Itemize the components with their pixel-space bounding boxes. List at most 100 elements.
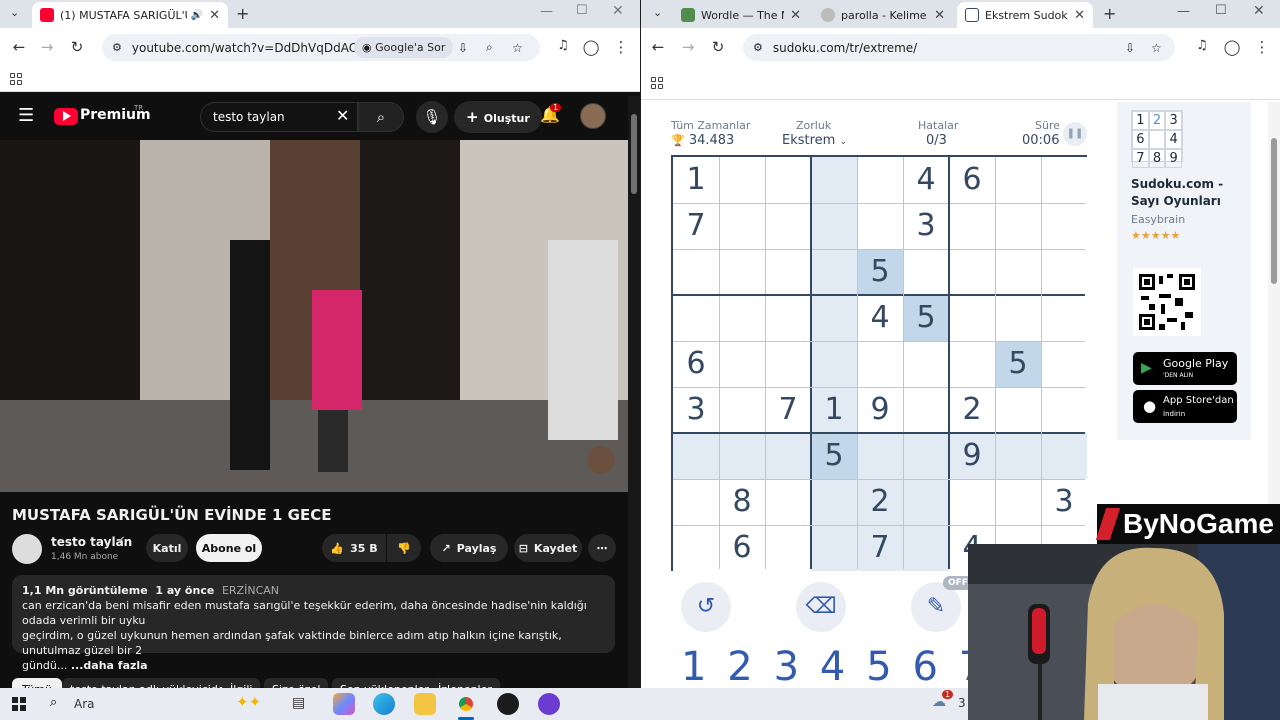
sudoku-cell-r6c5[interactable]: 9 (857, 387, 903, 433)
sudoku-cell-r9c4[interactable] (811, 525, 857, 571)
pause-button[interactable]: ❚❚ (1063, 122, 1087, 146)
sudoku-cell-r7c5[interactable] (857, 433, 903, 479)
sudoku-cell-r5c2[interactable] (719, 341, 765, 387)
sudoku-cell-r2c3[interactable] (765, 203, 811, 249)
sudoku-cell-r4c4[interactable] (811, 295, 857, 341)
close-tab-icon[interactable]: ✕ (934, 8, 945, 23)
sudoku-cell-r3c6[interactable] (903, 249, 949, 295)
sudoku-cell-r8c5[interactable]: 2 (857, 479, 903, 525)
sudoku-cell-r4c3[interactable] (765, 295, 811, 341)
chip-for-you[interactable]: Size özel (264, 678, 329, 688)
tab-search-icon[interactable]: ⌄ (653, 6, 662, 19)
sudoku-cell-r6c1[interactable]: 3 (673, 387, 719, 433)
sudoku-cell-r4c2[interactable] (719, 295, 765, 341)
sudoku-cell-r7c6[interactable] (903, 433, 949, 479)
sudoku-cell-r5c3[interactable] (765, 341, 811, 387)
clear-search-icon[interactable]: ✕ (336, 106, 349, 125)
reload-button[interactable]: ↻ (709, 38, 727, 56)
sudoku-cell-r2c8[interactable] (995, 203, 1041, 249)
forward-button[interactable]: → (38, 38, 56, 56)
app-store-button[interactable]: ● App Store'dan İndirin (1133, 390, 1237, 423)
back-button[interactable]: ← (10, 38, 28, 56)
create-button[interactable]: + Oluştur (454, 101, 542, 133)
scrollbar-thumb[interactable] (631, 114, 637, 194)
sudoku-cell-r2c1[interactable]: 7 (673, 203, 719, 249)
join-button[interactable]: Katıl (146, 534, 188, 562)
chrome-profile-icon[interactable] (538, 693, 560, 715)
sudoku-cell-r4c9[interactable] (1041, 295, 1087, 341)
tab-search-icon[interactable]: ⌄ (10, 6, 19, 19)
search-input[interactable]: testo taylan (200, 102, 358, 132)
site-info-icon[interactable]: ⚙ (753, 41, 763, 54)
bookmark-star-icon[interactable]: ☆ (512, 41, 523, 55)
video-player[interactable] (0, 140, 628, 492)
sudoku-cell-r5c9[interactable] (1041, 341, 1087, 387)
numpad-button-5[interactable]: 5 (866, 644, 891, 688)
sudoku-cell-r2c9[interactable] (1041, 203, 1087, 249)
sudoku-cell-r3c8[interactable] (995, 249, 1041, 295)
sudoku-cell-r4c8[interactable] (995, 295, 1041, 341)
tab-sudoku[interactable]: Ekstrem Sudoku - ✕ (957, 2, 1093, 28)
sudoku-cell-r2c6[interactable]: 3 (903, 203, 949, 249)
sudoku-cell-r1c9[interactable] (1041, 157, 1087, 203)
sudoku-cell-r1c7[interactable]: 6 (949, 157, 995, 203)
address-bar[interactable]: ⚙ sudoku.com/tr/extreme/ ⇩ ☆ (743, 34, 1175, 61)
sudoku-cell-r8c2[interactable]: 8 (719, 479, 765, 525)
sudoku-cell-r7c9[interactable] (1041, 433, 1087, 479)
sudoku-cell-r8c1[interactable] (673, 479, 719, 525)
hamburger-menu-icon[interactable]: ☰ (18, 105, 34, 126)
sudoku-cell-r4c5[interactable]: 4 (857, 295, 903, 341)
forward-button[interactable]: → (679, 38, 697, 56)
sudoku-cell-r1c6[interactable]: 4 (903, 157, 949, 203)
numpad-button-6[interactable]: 6 (913, 644, 938, 688)
close-tab-icon[interactable]: ✕ (790, 8, 801, 23)
profile-icon[interactable]: ◯ (582, 38, 600, 56)
sudoku-cell-r3c2[interactable] (719, 249, 765, 295)
chrome-icon[interactable] (455, 693, 477, 715)
new-tab-button[interactable]: + (236, 4, 249, 23)
undo-button[interactable]: ↺ (681, 582, 731, 632)
chip-watched[interactable]: İzlenenler (430, 678, 500, 688)
like-button[interactable]: 👍 35 B (322, 534, 386, 562)
sudoku-cell-r5c6[interactable] (903, 341, 949, 387)
sudoku-cell-r3c9[interactable] (1041, 249, 1087, 295)
sudoku-cell-r1c4[interactable] (811, 157, 857, 203)
file-explorer-icon[interactable] (414, 693, 436, 715)
sudoku-cell-r1c5[interactable] (857, 157, 903, 203)
search-button[interactable]: ⌕ (358, 102, 404, 132)
google-lens-chip[interactable]: ◉ Google'a Sor (354, 37, 454, 58)
sudoku-cell-r6c7[interactable]: 2 (949, 387, 995, 433)
numpad-button-3[interactable]: 3 (774, 644, 799, 688)
maximize-button[interactable]: ☐ (576, 3, 588, 18)
chip-uploader[interactable]: testo taylan adlı yükleyiciden (62, 678, 240, 688)
tab-wordle[interactable]: Wordle — The Ne ✕ (673, 2, 809, 28)
sudoku-cell-r1c3[interactable] (765, 157, 811, 203)
sudoku-cell-r4c7[interactable] (949, 295, 995, 341)
sudoku-cell-r9c5[interactable]: 7 (857, 525, 903, 571)
close-window-button[interactable]: ✕ (1253, 3, 1265, 19)
save-button[interactable]: ⊟ Kaydet (514, 534, 582, 562)
sudoku-cell-r9c1[interactable] (673, 525, 719, 571)
sudoku-cell-r8c4[interactable] (811, 479, 857, 525)
install-icon[interactable]: ⇩ (458, 41, 468, 55)
dislike-button[interactable]: 👎 (387, 534, 421, 562)
sudoku-cell-r6c4[interactable]: 1 (811, 387, 857, 433)
sudoku-cell-r5c4[interactable] (811, 341, 857, 387)
media-control-icon[interactable]: ♫ (1193, 38, 1211, 53)
sudoku-cell-r5c1[interactable]: 6 (673, 341, 719, 387)
description-box[interactable]: 1,1 Mn görüntüleme 1 ay önce ERZİNCAN ca… (12, 575, 615, 672)
sudoku-cell-r3c1[interactable] (673, 249, 719, 295)
close-window-button[interactable]: ✕ (612, 3, 624, 19)
apps-grid-icon[interactable] (651, 77, 663, 89)
close-tab-icon[interactable]: ✕ (1074, 8, 1085, 23)
zoom-icon[interactable]: ⌕ (486, 40, 493, 55)
sudoku-cell-r6c9[interactable] (1041, 387, 1087, 433)
sudoku-cell-r7c8[interactable] (995, 433, 1041, 479)
sudoku-cell-r1c2[interactable] (719, 157, 765, 203)
sudoku-cell-r4c6[interactable]: 5 (903, 295, 949, 341)
media-control-icon[interactable]: ♫ (554, 38, 572, 53)
sudoku-cell-r8c8[interactable] (995, 479, 1041, 525)
app-ad[interactable]: 12364789 Sudoku.com - Sayı Oyunları Easy… (1117, 102, 1251, 440)
scrollbar-thumb[interactable] (1271, 138, 1277, 284)
sudoku-cell-r7c7[interactable]: 9 (949, 433, 995, 479)
